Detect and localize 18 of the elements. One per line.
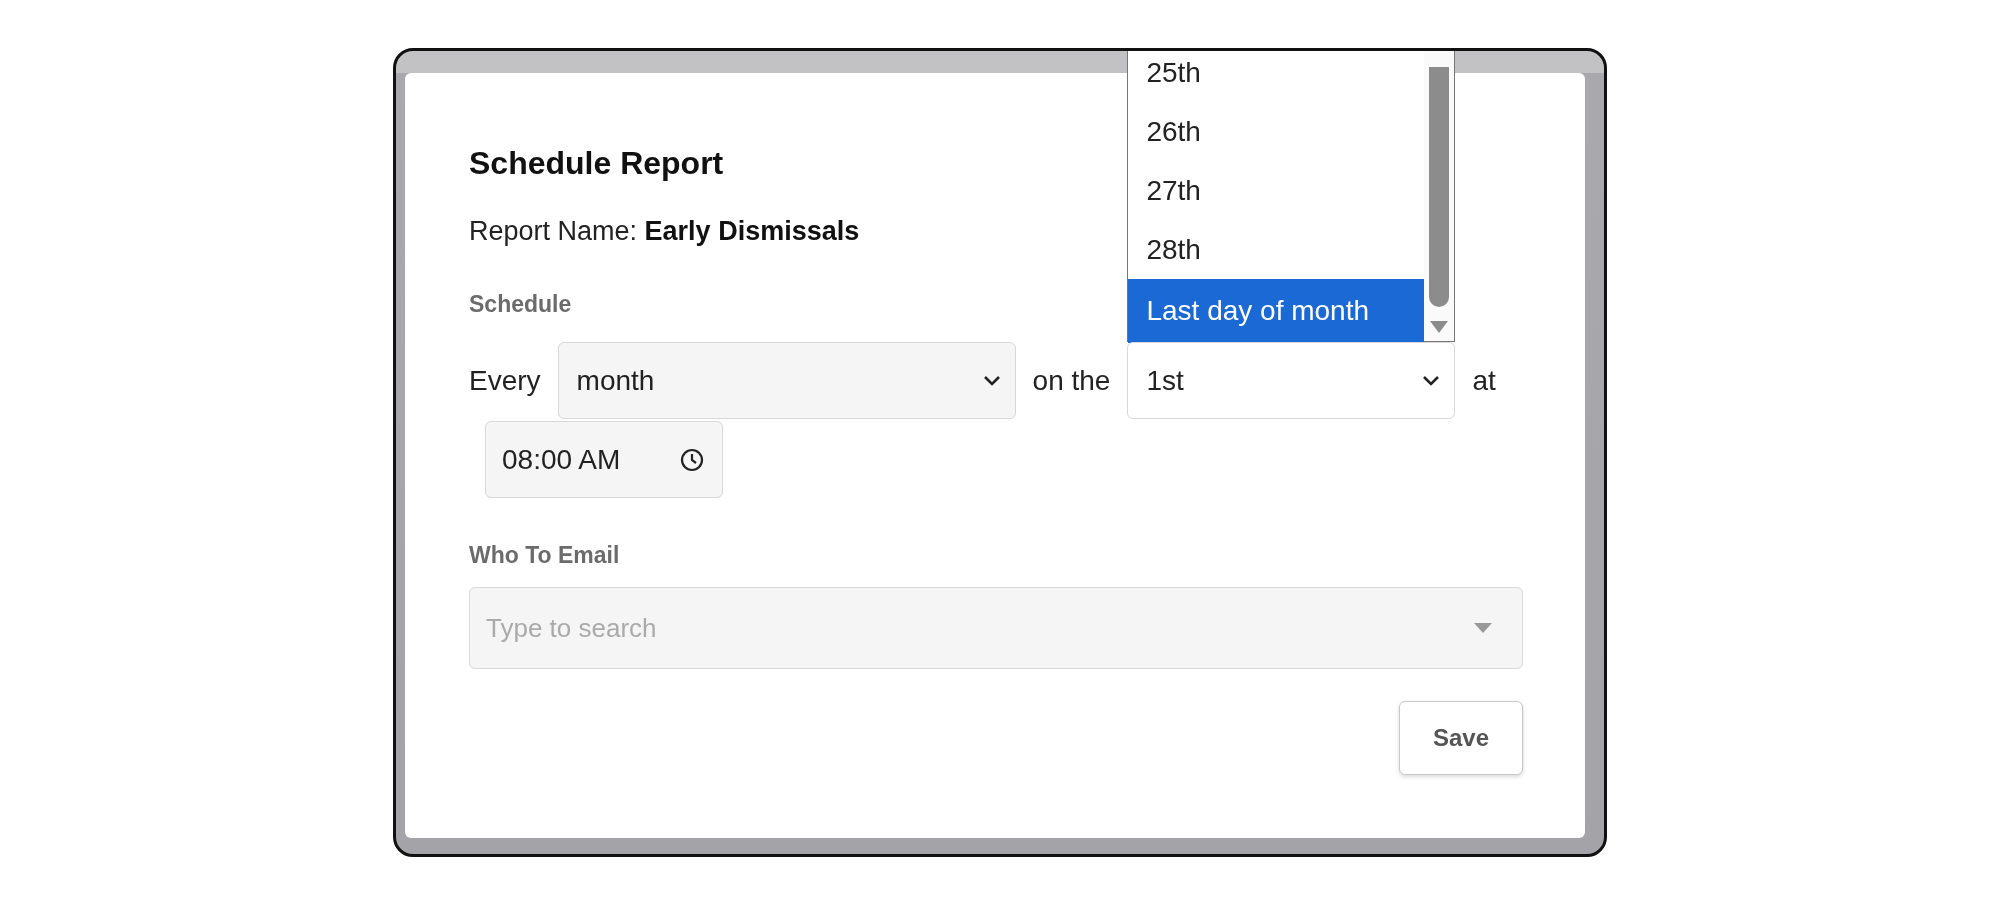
scroll-down-arrow-icon[interactable] [1430,321,1449,333]
who-to-email-label: Who To Email [469,542,620,569]
at-label: at [1472,364,1496,397]
frequency-select[interactable]: month [557,342,1016,419]
chevron-down-icon [1422,374,1441,387]
caret-down-icon [1474,623,1492,633]
scrollbar[interactable] [1424,51,1455,341]
report-name: Report Name: Early Dismissals [469,216,860,247]
save-button[interactable]: Save [1399,701,1523,775]
every-label: Every [469,364,541,397]
day-select[interactable]: 1st [1127,342,1456,419]
dropdown-option[interactable]: Last day of month [1128,279,1425,343]
schedule-label: Schedule [469,291,572,318]
dialog-title: Schedule Report [469,145,724,182]
chevron-down-icon [982,374,1001,387]
clock-icon[interactable] [680,447,704,472]
on-the-label: on the [1032,364,1111,397]
time-field[interactable]: 08:00 AM [485,421,723,498]
